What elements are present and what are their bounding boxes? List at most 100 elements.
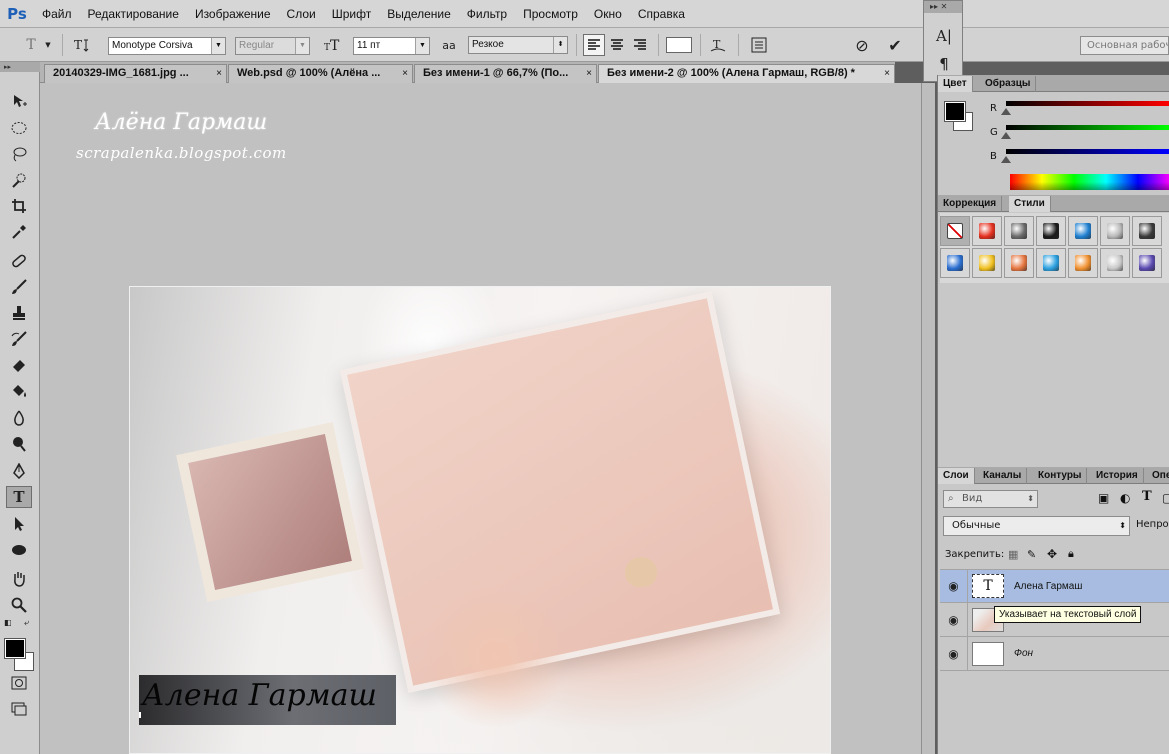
tool-preset-icon[interactable]: T [20, 34, 42, 56]
style-swatch[interactable] [1132, 216, 1162, 246]
tab-layers[interactable]: Слои [938, 468, 975, 484]
style-swatch[interactable] [1068, 248, 1098, 278]
font-style-select[interactable]: Regular ▼ [235, 37, 310, 55]
align-right-button[interactable] [629, 34, 651, 56]
menu-file[interactable]: Файл [34, 0, 80, 28]
lock-position-icon[interactable]: ✥ [1047, 547, 1057, 561]
filter-pixel-icon[interactable]: ▣ [1098, 491, 1109, 505]
screen-mode-icon[interactable] [6, 698, 32, 720]
tab-document-3[interactable]: Без имени-1 @ 66,7% (По... × [414, 64, 597, 83]
quick-mask-icon[interactable] [6, 672, 32, 694]
layer-name[interactable]: Алена Гармаш [1014, 581, 1082, 592]
tab-document-4[interactable]: Без имени-2 @ 100% (Алена Гармаш, RGB/8)… [598, 64, 895, 83]
tab-styles[interactable]: Стили [1009, 196, 1051, 212]
workspace-switcher[interactable]: Основная рабоча [1080, 36, 1169, 55]
tab-paths[interactable]: Контуры [1033, 468, 1088, 484]
warp-text-icon[interactable]: T [707, 34, 729, 56]
tool-preset-dropdown-icon[interactable]: ▼ [42, 34, 54, 56]
close-icon[interactable]: × [216, 65, 222, 82]
eraser-tool-icon[interactable] [6, 354, 32, 376]
menu-filter[interactable]: Фильтр [459, 0, 515, 28]
color-spectrum-ramp[interactable] [1010, 174, 1169, 190]
path-selection-tool-icon[interactable] [6, 513, 32, 535]
foreground-color-swatch[interactable] [4, 638, 26, 659]
hand-tool-icon[interactable] [6, 568, 32, 590]
shape-tool-icon[interactable] [6, 539, 32, 561]
style-swatch[interactable] [1004, 216, 1034, 246]
menu-layers[interactable]: Слои [279, 0, 324, 28]
style-swatch[interactable] [940, 216, 970, 246]
style-swatch[interactable] [972, 248, 1002, 278]
tab-color[interactable]: Цвет [938, 76, 973, 92]
layer-row-background[interactable]: ◉ Фон [940, 636, 1169, 671]
layer-filter-select[interactable]: ⌕ Вид ⬍ [943, 490, 1038, 508]
font-size-select[interactable]: 11 пт ▼ [353, 37, 430, 55]
commit-edits-icon[interactable]: ✔ [884, 34, 906, 56]
tab-swatches[interactable]: Образцы [980, 76, 1037, 92]
antialias-select[interactable]: Резкое ⬍ [468, 36, 568, 54]
character-panel-toggle-icon[interactable] [748, 34, 770, 56]
style-swatch[interactable] [1036, 216, 1066, 246]
style-swatch[interactable] [1068, 216, 1098, 246]
red-slider[interactable] [1006, 101, 1169, 106]
color-fg-swatch[interactable] [944, 101, 966, 122]
lock-all-icon[interactable]: 🔒︎ [1068, 547, 1074, 561]
move-tool-icon[interactable] [6, 90, 32, 112]
blue-slider-handle[interactable] [1001, 156, 1011, 163]
menu-help[interactable]: Справка [630, 0, 693, 28]
close-icon[interactable]: × [586, 65, 592, 82]
clone-stamp-tool-icon[interactable] [6, 302, 32, 324]
tab-document-2[interactable]: Web.psd @ 100% (Алёна ... × [228, 64, 413, 83]
eyedropper-tool-icon[interactable] [6, 221, 32, 243]
style-swatch[interactable] [1100, 248, 1130, 278]
style-swatch[interactable] [1036, 248, 1066, 278]
crop-tool-icon[interactable] [6, 195, 32, 217]
layer-row-text[interactable]: ◉ T Алена Гармаш [940, 569, 1169, 603]
history-brush-tool-icon[interactable] [6, 328, 32, 350]
character-panel-icon[interactable]: A| [933, 25, 955, 47]
type-tool-icon[interactable]: T [6, 486, 32, 508]
layer-name[interactable]: Фон [1014, 648, 1033, 659]
pen-tool-icon[interactable] [6, 460, 32, 482]
menu-type[interactable]: Шрифт [324, 0, 379, 28]
healing-brush-tool-icon[interactable] [6, 250, 32, 272]
style-swatch[interactable] [1100, 216, 1130, 246]
text-color-swatch[interactable] [666, 37, 692, 53]
paragraph-panel-icon[interactable]: ¶ [933, 53, 955, 75]
lasso-tool-icon[interactable] [6, 143, 32, 165]
tab-actions[interactable]: Опе [1147, 468, 1169, 484]
zoom-tool-icon[interactable] [6, 594, 32, 616]
filter-shape-icon[interactable]: ▢ [1162, 491, 1169, 505]
toolbox-collapse-icon[interactable]: ▸▸ [0, 62, 40, 72]
text-layer-content[interactable]: Алена Гармаш [142, 678, 377, 713]
panel-grip[interactable]: ▸▸ ✕ [924, 1, 962, 13]
font-family-select[interactable]: Monotype Corsiva ▼ [108, 37, 226, 55]
style-swatch[interactable] [1004, 248, 1034, 278]
blend-mode-select[interactable]: Обычные ⬍ [943, 516, 1130, 536]
menu-select[interactable]: Выделение [379, 0, 459, 28]
marquee-tool-icon[interactable] [6, 117, 32, 139]
swap-colors-icon[interactable]: ⤶ [24, 618, 29, 628]
cancel-edits-icon[interactable]: ⊘ [851, 34, 873, 56]
close-icon[interactable]: × [402, 65, 408, 82]
green-slider[interactable] [1006, 125, 1169, 130]
default-colors-icon[interactable]: ◧ [4, 618, 12, 627]
brush-tool-icon[interactable] [6, 276, 32, 298]
align-left-button[interactable] [583, 34, 605, 56]
style-swatch[interactable] [1132, 248, 1162, 278]
tab-history[interactable]: История [1091, 468, 1144, 484]
tab-adjustments[interactable]: Коррекция [938, 196, 1003, 212]
vertical-scrollbar[interactable] [921, 83, 935, 754]
paint-bucket-tool-icon[interactable] [6, 380, 32, 402]
style-swatch[interactable] [972, 216, 1002, 246]
quick-selection-tool-icon[interactable] [6, 169, 32, 191]
tab-document-1[interactable]: 20140329-IMG_1681.jpg ... × [44, 64, 227, 83]
menu-edit[interactable]: Редактирование [80, 0, 187, 28]
align-center-button[interactable] [606, 34, 628, 56]
visibility-eye-icon[interactable]: ◉ [940, 602, 968, 637]
menu-image[interactable]: Изображение [187, 0, 279, 28]
menu-view[interactable]: Просмотр [515, 0, 586, 28]
tab-channels[interactable]: Каналы [978, 468, 1028, 484]
visibility-eye-icon[interactable]: ◉ [940, 636, 968, 671]
blur-tool-icon[interactable] [6, 407, 32, 429]
